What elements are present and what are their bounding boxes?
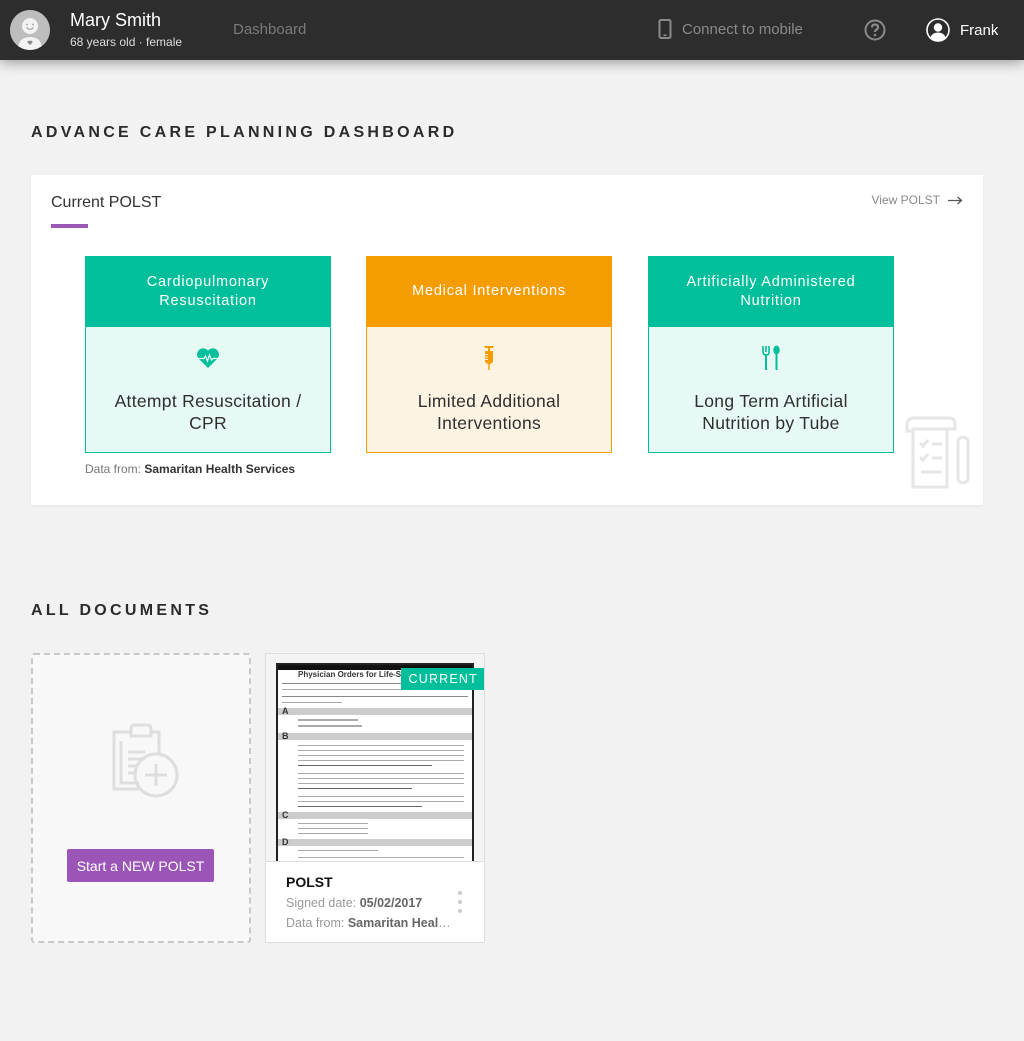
help-button[interactable] (864, 19, 886, 41)
cpr-tile-header: Cardiopulmonary Resuscitation (85, 256, 331, 327)
avatar-face-icon (10, 10, 50, 50)
document-data-source: Data from: Samaritan Health Services (286, 916, 454, 930)
data-source-value: Samaritan Health Services (144, 462, 296, 476)
nutrition-tile-value: Long Term Artificial Nutrition by Tube (694, 391, 848, 433)
document-thumbnail: Physician Orders for Life-Sustaining Tre… (276, 663, 474, 861)
user-name: Frank (960, 21, 999, 39)
connect-mobile-label: Connect to mobile (682, 20, 803, 38)
signed-date-label: Signed date: (286, 896, 357, 910)
medical-interventions-tile-value: Limited Additional Interventions (417, 391, 561, 433)
nutrition-tile-header: Artificially Administered Nutrition (648, 256, 894, 327)
current-polst-title: Current POLST (51, 194, 162, 211)
document-card[interactable]: Physician Orders for Life-Sustaining Tre… (265, 653, 485, 943)
data-source: Data from: Samaritan Health Services (85, 462, 295, 476)
document-thumbnail-area: Physician Orders for Life-Sustaining Tre… (266, 654, 484, 862)
document-data-source-value: Samaritan Health Services (347, 916, 454, 930)
data-source-label: Data from: (85, 462, 142, 476)
cpr-tile: Cardiopulmonary Resuscitation Attempt Re… (85, 256, 331, 453)
patient-demographics: 68 years old · female (70, 35, 183, 49)
start-new-polst-button[interactable]: Start a NEW POLST (67, 849, 214, 882)
signed-date-value: 05/02/2017 (359, 896, 423, 910)
current-polst-card: Current POLST View POLST Cardiopulmonary… (31, 175, 983, 505)
arrow-right-icon (948, 196, 963, 204)
question-circle-icon (864, 19, 886, 41)
view-polst-label: View POLST (871, 193, 940, 207)
cpr-tile-body: Attempt Resuscitation / CPR (85, 327, 331, 453)
clipboard-add-icon (112, 723, 179, 798)
document-data-source-label: Data from: (286, 916, 345, 930)
current-badge: CURRENT (401, 668, 484, 690)
medical-interventions-tile-body: Limited Additional Interventions (366, 327, 612, 453)
new-document-dropzone[interactable]: Start a NEW POLST (31, 653, 251, 943)
title-underline (51, 224, 88, 228)
user-menu[interactable]: Frank (926, 18, 998, 42)
connect-mobile-button[interactable]: Connect to mobile (658, 19, 803, 39)
document-name: POLST (286, 874, 333, 890)
mobile-phone-icon (658, 19, 672, 39)
cpr-tile-value: Attempt Resuscitation / CPR (114, 391, 302, 433)
patient-name: Mary Smith (70, 10, 162, 30)
more-options-icon[interactable] (456, 891, 464, 913)
nutrition-tile: Artificially Administered Nutrition Long… (648, 256, 894, 453)
page-title: ADVANCE CARE PLANNING DASHBOARD (31, 124, 458, 141)
nutrition-tile-body: Long Term Artificial Nutrition by Tube (648, 327, 894, 453)
nav-dashboard-link[interactable]: Dashboard (233, 21, 306, 38)
document-pen-watermark-icon (905, 416, 970, 489)
view-polst-link[interactable]: View POLST (872, 193, 963, 207)
medical-interventions-tile: Medical Interventions Limited Additional… (366, 256, 612, 453)
medical-interventions-tile-header: Medical Interventions (366, 256, 612, 327)
all-documents-title: ALL DOCUMENTS (31, 602, 213, 619)
user-avatar-icon (926, 18, 950, 42)
top-bar: Mary Smith 68 years old · female Dashboa… (0, 0, 1024, 60)
syringe-icon (484, 346, 494, 370)
fork-spoon-icon (762, 345, 780, 370)
heart-pulse-icon (196, 348, 220, 368)
document-signed-date: Signed date: 05/02/2017 (286, 896, 422, 910)
patient-avatar[interactable] (10, 10, 50, 50)
